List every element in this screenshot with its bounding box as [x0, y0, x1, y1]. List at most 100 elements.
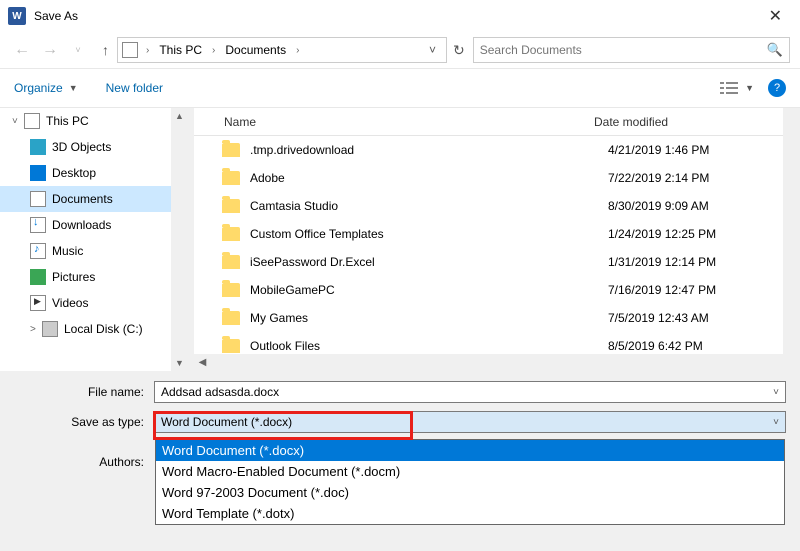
- scroll-down-icon[interactable]: ▼: [171, 355, 188, 371]
- file-date: 7/22/2019 2:14 PM: [608, 171, 709, 185]
- tree-item-label: Downloads: [52, 218, 111, 232]
- main-area: ˅ This PC 3D Objects Desktop Documents Downlo…: [0, 108, 800, 371]
- file-name: .tmp.drivedownload: [250, 143, 608, 157]
- tree-item-label: This PC: [46, 114, 89, 128]
- file-pane: Name Date modified .tmp.drivedownload4/2…: [194, 108, 800, 371]
- file-name: MobileGamePC: [250, 283, 608, 297]
- tree-item-label: Local Disk (C:): [64, 322, 143, 336]
- close-button[interactable]: ✕: [759, 2, 792, 30]
- pics-icon: [30, 269, 46, 285]
- type-dropdown-icon[interactable]: ˅: [773, 417, 779, 428]
- filename-dropdown-icon[interactable]: ˅: [773, 387, 779, 398]
- scroll-up-icon[interactable]: ▲: [171, 108, 188, 124]
- tree-item-desktop[interactable]: Desktop: [0, 160, 188, 186]
- pc-icon: [24, 113, 40, 129]
- file-row[interactable]: Camtasia Studio8/30/2019 9:09 AM: [208, 192, 800, 220]
- file-date: 8/5/2019 6:42 PM: [608, 339, 703, 353]
- tree-item-pictures[interactable]: Pictures: [0, 264, 188, 290]
- folder-icon: [222, 227, 240, 241]
- type-label: Save as type:: [14, 415, 154, 429]
- toolbar: Organize ▼ New folder ▼ ?: [0, 68, 800, 108]
- file-row[interactable]: Adobe7/22/2019 2:14 PM: [208, 164, 800, 192]
- type-option[interactable]: Word Document (*.docx): [156, 440, 784, 461]
- expand-icon[interactable]: ˃: [30, 324, 42, 335]
- column-date-header[interactable]: Date modified: [594, 115, 800, 129]
- scroll-left-icon[interactable]: ◀: [194, 354, 211, 371]
- column-headers: Name Date modified: [194, 108, 800, 136]
- save-type-combo[interactable]: Word Document (*.docx) ˅: [154, 411, 786, 433]
- column-name-header[interactable]: Name: [224, 115, 594, 129]
- breadcrumb[interactable]: › This PC › Documents › ˅: [117, 37, 447, 63]
- file-row[interactable]: iSeePassword Dr.Excel1/31/2019 12:14 PM: [208, 248, 800, 276]
- tree-scrollbar[interactable]: ▲ ▼: [171, 108, 188, 371]
- folder-icon: [222, 311, 240, 325]
- file-date: 4/21/2019 1:46 PM: [608, 143, 709, 157]
- save-form: File name: Addsad adsasda.docx ˅ Save as…: [0, 371, 800, 551]
- file-date: 1/24/2019 12:25 PM: [608, 227, 716, 241]
- folder-icon: [222, 143, 240, 157]
- forward-button[interactable]: →: [38, 38, 62, 62]
- breadcrumb-folder[interactable]: Documents: [221, 41, 290, 59]
- save-type-dropdown[interactable]: Word Document (*.docx)Word Macro-Enabled…: [155, 439, 785, 525]
- file-name: Camtasia Studio: [250, 199, 608, 213]
- tree-item-downloads[interactable]: Downloads: [0, 212, 188, 238]
- type-option[interactable]: Word Macro-Enabled Document (*.docm): [156, 461, 784, 482]
- help-button[interactable]: ?: [768, 79, 786, 97]
- file-name: Adobe: [250, 171, 608, 185]
- breadcrumb-dropdown[interactable]: ˅: [423, 43, 442, 57]
- filename-input[interactable]: Addsad adsasda.docx ˅: [154, 381, 786, 403]
- folder-icon: [222, 199, 240, 213]
- type-option[interactable]: Word Template (*.dotx): [156, 503, 784, 524]
- tree-item-local-disk-c-[interactable]: ˃ Local Disk (C:): [0, 316, 188, 342]
- file-row[interactable]: .tmp.drivedownload4/21/2019 1:46 PM: [208, 136, 800, 164]
- tree-item-label: Desktop: [52, 166, 96, 180]
- tree-item-this-pc[interactable]: ˅ This PC: [0, 108, 188, 134]
- file-row[interactable]: My Games7/5/2019 12:43 AM: [208, 304, 800, 332]
- folder-tree: ˅ This PC 3D Objects Desktop Documents Downlo…: [0, 108, 188, 371]
- view-options-button[interactable]: [719, 79, 741, 97]
- vertical-scrollbar[interactable]: [783, 108, 800, 371]
- up-button[interactable]: ↑: [102, 42, 109, 58]
- title-bar: W Save As ✕: [0, 0, 800, 32]
- chevron-right-icon[interactable]: ›: [206, 45, 221, 56]
- organize-dropdown-icon[interactable]: ▼: [69, 83, 78, 93]
- chevron-right-icon[interactable]: ›: [140, 45, 155, 56]
- location-icon: [122, 42, 138, 58]
- file-name: My Games: [250, 311, 608, 325]
- file-row[interactable]: Custom Office Templates1/24/2019 12:25 P…: [208, 220, 800, 248]
- file-date: 8/30/2019 9:09 AM: [608, 199, 709, 213]
- tree-item-label: Music: [52, 244, 83, 258]
- file-row[interactable]: MobileGamePC7/16/2019 12:47 PM: [208, 276, 800, 304]
- tree-item-videos[interactable]: Videos: [0, 290, 188, 316]
- search-input[interactable]: [480, 43, 767, 57]
- tree-item-3d-objects[interactable]: 3D Objects: [0, 134, 188, 160]
- vids-icon: [30, 295, 46, 311]
- file-date: 1/31/2019 12:14 PM: [608, 255, 716, 269]
- refresh-button[interactable]: ↻: [453, 42, 465, 59]
- type-option[interactable]: Word 97-2003 Document (*.doc): [156, 482, 784, 503]
- file-date: 7/5/2019 12:43 AM: [608, 311, 709, 325]
- view-dropdown-icon[interactable]: ▼: [745, 83, 754, 93]
- back-button[interactable]: ←: [10, 38, 34, 62]
- tree-item-documents[interactable]: Documents: [0, 186, 188, 212]
- tree-item-label: 3D Objects: [52, 140, 111, 154]
- file-row[interactable]: Outlook Files8/5/2019 6:42 PM: [208, 332, 800, 354]
- horizontal-scrollbar[interactable]: ◀ ▶: [194, 354, 800, 371]
- file-name: Custom Office Templates: [250, 227, 608, 241]
- file-date: 7/16/2019 12:47 PM: [608, 283, 716, 297]
- search-box[interactable]: 🔍: [473, 37, 790, 63]
- disk-icon: [42, 321, 58, 337]
- search-icon[interactable]: 🔍: [767, 42, 783, 58]
- recent-dropdown[interactable]: ˅: [66, 38, 90, 62]
- filename-value: Addsad adsasda.docx: [161, 385, 773, 399]
- window-title: Save As: [34, 9, 78, 23]
- folder-icon: [222, 255, 240, 269]
- tree-item-music[interactable]: Music: [0, 238, 188, 264]
- collapse-icon[interactable]: ˅: [12, 116, 24, 127]
- folder-icon: [222, 283, 240, 297]
- new-folder-button[interactable]: New folder: [106, 81, 163, 95]
- organize-button[interactable]: Organize: [14, 81, 63, 95]
- chevron-right-icon[interactable]: ›: [290, 45, 305, 56]
- docs-icon: [30, 191, 46, 207]
- breadcrumb-root[interactable]: This PC: [155, 41, 206, 59]
